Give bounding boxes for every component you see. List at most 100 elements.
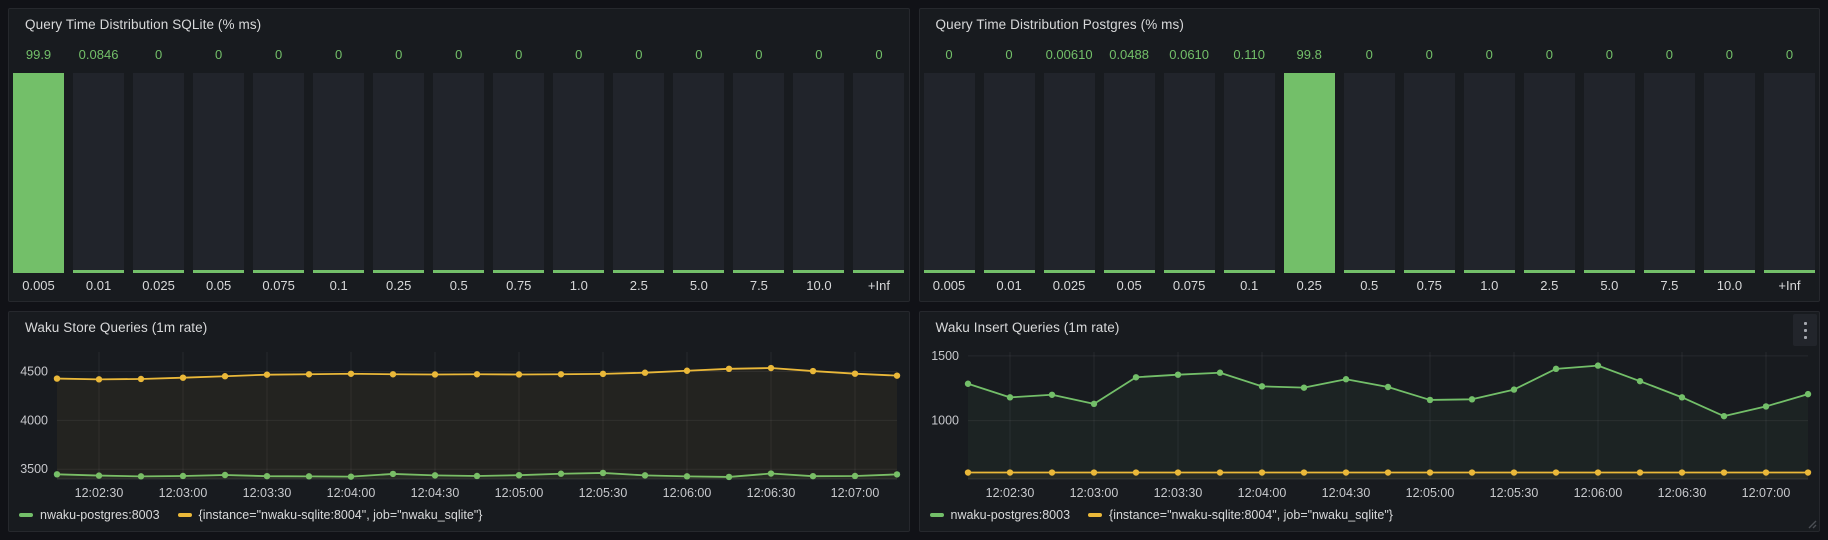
data-point xyxy=(1384,384,1390,390)
line-chart-canvas: 1000150012:02:3012:03:0012:03:3012:04:00… xyxy=(920,342,1820,505)
histogram-bar-column: 02.5 xyxy=(613,39,664,299)
data-point xyxy=(54,375,60,381)
data-point xyxy=(810,368,816,374)
bar-fill xyxy=(924,270,975,273)
series-color-chip xyxy=(1088,513,1102,517)
bar-track xyxy=(1464,73,1515,273)
x-axis-tick-label: 12:03:00 xyxy=(159,486,208,500)
line-chart-canvas: 35004000450012:02:3012:03:0012:03:3012:0… xyxy=(9,342,909,505)
bar-value-label: 0 xyxy=(924,47,975,67)
bar-value-label: 0.0488 xyxy=(1104,47,1155,67)
y-axis-tick-label: 1000 xyxy=(931,414,959,428)
histogram-bar-column: 00.5 xyxy=(433,39,484,299)
legend-label: nwaku-postgres:8003 xyxy=(40,508,160,522)
histogram-bar-column: 00.005 xyxy=(924,39,975,299)
bar-value-label: 0.00610 xyxy=(1044,47,1095,67)
bar-fill xyxy=(553,270,604,273)
x-axis-tick-label: 12:07:00 xyxy=(1741,486,1790,500)
x-axis-tick-label: 7.5 xyxy=(733,273,784,299)
x-axis-tick-label: 10.0 xyxy=(793,273,844,299)
panel-menu-button[interactable] xyxy=(1793,314,1817,346)
data-point xyxy=(1174,469,1180,475)
panel-header[interactable]: Waku Insert Queries (1m rate) xyxy=(920,312,1820,342)
histogram-bar-column: 0+Inf xyxy=(853,39,904,299)
panel-title: Waku Store Queries (1m rate) xyxy=(25,320,207,335)
histogram-bar-column: 00.025 xyxy=(133,39,184,299)
bar-fill xyxy=(133,270,184,273)
bar-fill xyxy=(193,270,244,273)
x-axis-tick-label: 0.01 xyxy=(73,273,124,299)
legend-item-postgres[interactable]: nwaku-postgres:8003 xyxy=(930,508,1071,522)
bar-track xyxy=(733,73,784,273)
histogram-bar-column: 0+Inf xyxy=(1764,39,1815,299)
panel-header[interactable]: Waku Store Queries (1m rate) xyxy=(9,312,909,342)
x-axis-tick-label: 2.5 xyxy=(613,273,664,299)
bar-track xyxy=(13,73,64,273)
x-axis-tick-label: 12:03:00 xyxy=(1069,486,1118,500)
data-point xyxy=(1090,401,1096,407)
panel-header[interactable]: Query Time Distribution Postgres (% ms) xyxy=(920,9,1820,39)
data-point xyxy=(96,376,102,382)
bar-fill xyxy=(1584,270,1635,273)
bar-fill xyxy=(673,270,724,273)
histogram-bar-column: 00.01 xyxy=(984,39,1035,299)
data-point xyxy=(1342,376,1348,382)
chart-legend: nwaku-postgres:8003 {instance="nwaku-sql… xyxy=(920,505,1820,531)
panel-title: Query Time Distribution Postgres (% ms) xyxy=(936,17,1184,32)
histogram-bar-column: 00.075 xyxy=(253,39,304,299)
histogram-bar-column: 07.5 xyxy=(1644,39,1695,299)
series-color-chip xyxy=(19,513,33,517)
bar-value-label: 0 xyxy=(793,47,844,67)
bar-value-label: 0 xyxy=(733,47,784,67)
data-point xyxy=(726,366,732,372)
data-point xyxy=(1552,366,1558,372)
legend-item-postgres[interactable]: nwaku-postgres:8003 xyxy=(19,508,160,522)
data-point xyxy=(1300,469,1306,475)
chart-legend: nwaku-postgres:8003 {instance="nwaku-sql… xyxy=(9,505,909,531)
bar-track xyxy=(433,73,484,273)
bar-value-label: 0 xyxy=(193,47,244,67)
bar-track xyxy=(1644,73,1695,273)
legend-item-sqlite[interactable]: {instance="nwaku-sqlite:8004", job="nwak… xyxy=(1088,508,1393,522)
x-axis-tick-label: 0.05 xyxy=(1104,273,1155,299)
bar-fill xyxy=(1224,270,1275,273)
data-point xyxy=(1132,374,1138,380)
x-axis-tick-label: 2.5 xyxy=(1524,273,1575,299)
histogram-bar-column: 02.5 xyxy=(1524,39,1575,299)
data-point xyxy=(1762,403,1768,409)
histogram-bar-column: 99.80.25 xyxy=(1284,39,1335,299)
x-axis-tick-label: 0.5 xyxy=(1344,273,1395,299)
bar-value-label: 0 xyxy=(1404,47,1455,67)
data-point xyxy=(1426,469,1432,475)
data-point xyxy=(516,371,522,377)
bar-track xyxy=(253,73,304,273)
x-axis-tick-label: 0.75 xyxy=(493,273,544,299)
bar-value-label: 0 xyxy=(433,47,484,67)
panel-resize-handle[interactable] xyxy=(1807,519,1817,529)
x-axis-tick-label: 0.01 xyxy=(984,273,1035,299)
data-point xyxy=(1804,391,1810,397)
data-point xyxy=(1594,362,1600,368)
histogram-bar-column: 00.05 xyxy=(193,39,244,299)
histogram-bar-column: 0.006100.025 xyxy=(1044,39,1095,299)
bar-value-label: 0 xyxy=(1644,47,1695,67)
bar-track xyxy=(853,73,904,273)
histogram-bar-column: 00.75 xyxy=(1404,39,1455,299)
x-axis-tick-label: 0.25 xyxy=(373,273,424,299)
data-point xyxy=(1678,469,1684,475)
bar-fill xyxy=(1104,270,1155,273)
data-point xyxy=(1426,397,1432,403)
histogram-bar-column: 05.0 xyxy=(673,39,724,299)
legend-item-sqlite[interactable]: {instance="nwaku-sqlite:8004", job="nwak… xyxy=(178,508,483,522)
x-axis-tick-label: 7.5 xyxy=(1644,273,1695,299)
data-point xyxy=(306,371,312,377)
bar-fill xyxy=(13,73,64,273)
panel-header[interactable]: Query Time Distribution SQLite (% ms) xyxy=(9,9,909,39)
data-point xyxy=(390,371,396,377)
x-axis-tick-label: 0.05 xyxy=(193,273,244,299)
x-axis-tick-label: 12:05:30 xyxy=(579,486,628,500)
bar-fill xyxy=(433,270,484,273)
x-axis-tick-label: +Inf xyxy=(853,273,904,299)
y-axis-tick-label: 1500 xyxy=(931,349,959,363)
histogram-bar-column: 05.0 xyxy=(1584,39,1635,299)
